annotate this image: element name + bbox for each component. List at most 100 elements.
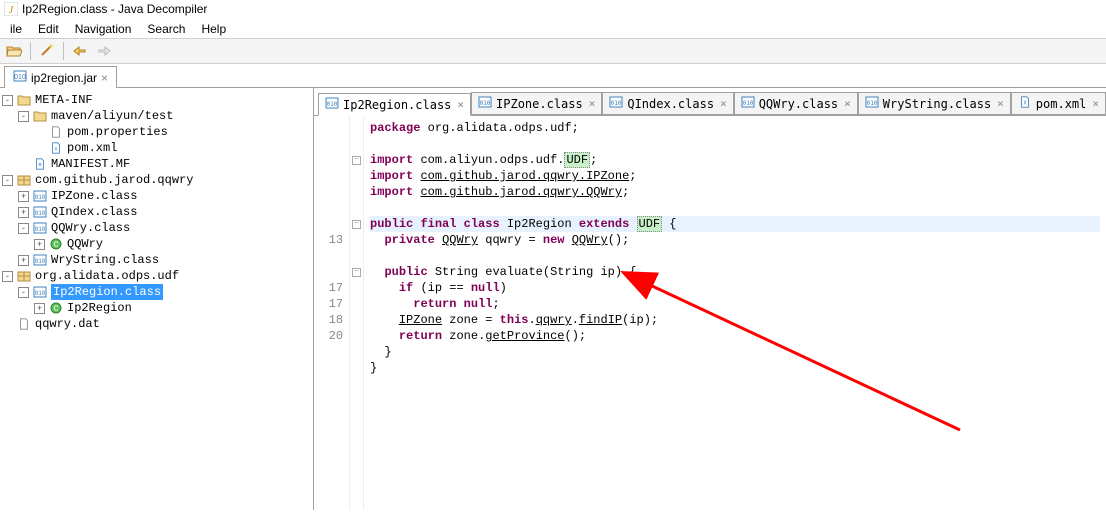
class-icon: 010 <box>325 97 339 112</box>
fold-icon[interactable]: − <box>352 268 361 277</box>
tree: -META-INF-maven/aliyun/testpom.propertie… <box>2 92 311 332</box>
folder-icon <box>32 109 48 123</box>
editor-tab[interactable]: 010WryString.class× <box>858 92 1011 115</box>
menu-search[interactable]: Search <box>139 20 193 38</box>
cls-g-icon: C <box>48 301 64 315</box>
jar-tab-bar: 010 ip2region.jar × <box>0 64 1106 88</box>
package-explorer[interactable]: -META-INF-maven/aliyun/testpom.propertie… <box>0 88 314 510</box>
svg-text:010: 010 <box>35 226 46 233</box>
tree-label: qqwry.dat <box>35 316 100 332</box>
menu-edit[interactable]: Edit <box>30 20 67 38</box>
class-icon: 010 <box>32 189 48 203</box>
expand-icon[interactable]: - <box>18 287 29 298</box>
tree-label: QIndex.class <box>51 204 137 220</box>
tree-item[interactable]: +010QIndex.class <box>2 204 311 220</box>
svg-text:010: 010 <box>480 100 491 107</box>
expand-icon[interactable]: + <box>18 255 29 266</box>
editor-area: 010Ip2Region.class×010IPZone.class×010QI… <box>314 88 1106 510</box>
tree-label: Ip2Region <box>67 300 132 316</box>
svg-text:010: 010 <box>866 100 877 107</box>
tab-label: pom.xml <box>1036 97 1087 111</box>
expand-icon[interactable]: + <box>18 207 29 218</box>
editor-tab[interactable]: Xpom.xml × <box>1011 92 1106 115</box>
close-icon[interactable]: × <box>101 71 108 85</box>
tree-item[interactable]: pom.properties <box>2 124 311 140</box>
tree-label: QQWry <box>67 236 103 252</box>
fold-icon[interactable]: − <box>352 156 361 165</box>
expand-icon[interactable]: - <box>2 271 13 282</box>
tree-item[interactable]: Xpom.xml <box>2 140 311 156</box>
svg-text:010: 010 <box>14 74 26 81</box>
tab-label: QQWry.class <box>759 97 838 111</box>
expand-icon[interactable]: + <box>34 239 45 250</box>
tree-item[interactable]: qqwry.dat <box>2 316 311 332</box>
class-icon: 010 <box>478 96 492 111</box>
close-icon[interactable]: × <box>457 98 464 111</box>
file-icon <box>48 125 64 139</box>
jar-tab-label: ip2region.jar <box>31 71 97 85</box>
menu-help[interactable]: Help <box>193 20 234 38</box>
menu-navigation[interactable]: Navigation <box>67 20 140 38</box>
tree-label: META-INF <box>35 92 93 108</box>
forward-icon[interactable] <box>94 41 114 61</box>
close-icon[interactable]: × <box>844 97 851 110</box>
class-icon: 010 <box>741 96 755 111</box>
expand-icon[interactable]: - <box>2 175 13 186</box>
editor-tab[interactable]: 010QIndex.class× <box>602 92 733 115</box>
folder-icon <box>16 93 32 107</box>
fold-icon[interactable]: − <box>352 220 361 229</box>
expand-icon[interactable]: + <box>18 191 29 202</box>
class-icon: 010 <box>32 221 48 235</box>
tree-item[interactable]: +CQQWry <box>2 236 311 252</box>
app-icon: J <box>4 2 18 16</box>
tree-item[interactable]: + C Ip2Region <box>2 300 311 316</box>
wand-icon[interactable] <box>37 41 57 61</box>
svg-text:C: C <box>54 305 59 314</box>
tree-item[interactable]: -010Ip2Region.class <box>2 284 311 300</box>
expand-icon[interactable]: - <box>18 223 29 234</box>
close-icon[interactable]: × <box>720 97 727 110</box>
toolbar-sep <box>63 42 64 60</box>
tree-item[interactable]: - META-INF <box>2 92 311 108</box>
svg-text:M: M <box>38 163 41 169</box>
class-icon: 010 <box>32 285 48 299</box>
mf-icon: M <box>32 157 48 171</box>
tree-item[interactable]: +010WryString.class <box>2 252 311 268</box>
class-icon: 010 <box>609 96 623 111</box>
tree-item[interactable]: +010IPZone.class <box>2 188 311 204</box>
expand-icon[interactable]: - <box>18 111 29 122</box>
close-icon[interactable]: × <box>997 97 1004 110</box>
editor-tab[interactable]: 010 QQWry.class × <box>734 92 858 115</box>
tree-label: pom.properties <box>67 124 168 140</box>
svg-text:010: 010 <box>611 100 622 107</box>
tab-label: Ip2Region.class <box>343 98 451 112</box>
main: -META-INF-maven/aliyun/testpom.propertie… <box>0 88 1106 510</box>
svg-text:010: 010 <box>742 100 753 107</box>
tree-label: QQWry.class <box>51 220 130 236</box>
fold-column: − − − <box>350 116 364 510</box>
back-icon[interactable] <box>70 41 90 61</box>
tree-item[interactable]: MMANIFEST.MF <box>2 156 311 172</box>
code-view: package org.alidata.odps.udf;import com.… <box>364 116 1106 510</box>
editor-tab[interactable]: 010IPZone.class× <box>471 92 602 115</box>
tree-item[interactable]: -010 QQWry.class <box>2 220 311 236</box>
editor-tab[interactable]: 010 Ip2Region.class × <box>318 93 471 116</box>
title-bar: J Ip2Region.class - Java Decompiler <box>0 0 1106 18</box>
close-icon[interactable]: × <box>1092 97 1099 110</box>
expand-icon[interactable]: - <box>2 95 13 106</box>
close-icon[interactable]: × <box>589 97 596 110</box>
svg-text:010: 010 <box>35 290 46 297</box>
jar-tab[interactable]: 010 ip2region.jar × <box>4 66 117 88</box>
class-icon: 010 <box>865 96 879 111</box>
expand-icon[interactable]: + <box>34 303 45 314</box>
tree-item[interactable]: - maven/aliyun/test <box>2 108 311 124</box>
tree-item[interactable]: -com.github.jarod.qqwry <box>2 172 311 188</box>
tree-item[interactable]: -org.alidata.odps.udf <box>2 268 311 284</box>
class-icon: 010 <box>32 253 48 267</box>
tree-label: maven/aliyun/test <box>51 108 173 124</box>
menu-file[interactable]: ile <box>2 20 30 38</box>
open-folder-icon[interactable] <box>4 41 24 61</box>
xml-icon: X <box>1018 96 1032 111</box>
pkg-icon <box>16 269 32 283</box>
editor-body[interactable]: 1317171820 −−− package org.alidata.odps.… <box>314 116 1106 510</box>
